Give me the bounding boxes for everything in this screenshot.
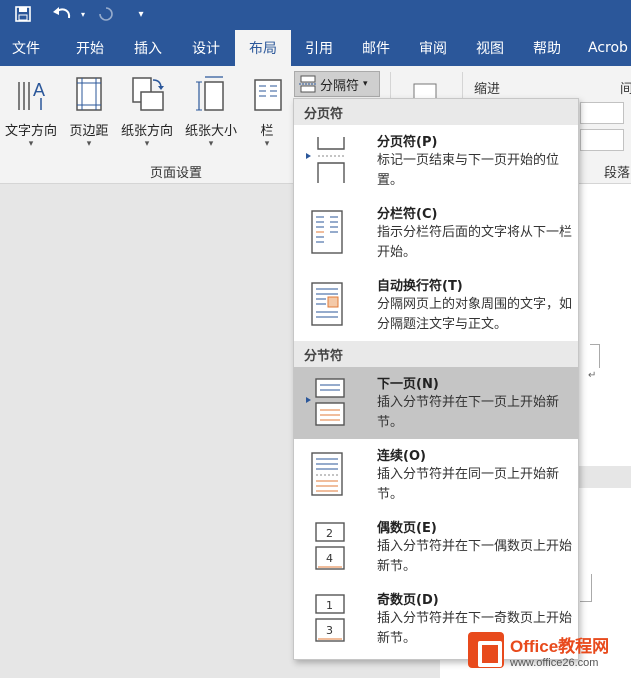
paragraph-mark: ↵ — [588, 370, 597, 381]
undo-dropdown-icon[interactable]: ▾ — [78, 0, 88, 28]
orientation-icon — [132, 77, 164, 111]
text-direction-button[interactable]: A 文字方向 ▾ — [0, 72, 62, 152]
site-watermark: Office教程网 www.office26.com — [468, 628, 628, 672]
menu-item-title: 分栏符(C) — [377, 207, 438, 222]
ribbon-tabs: 文件 开始 插入 设计 布局 引用 邮件 审阅 视图 帮助 Acrob — [0, 28, 631, 66]
menu-item-title: 连续(O) — [377, 449, 426, 464]
office-logo-icon — [468, 632, 504, 668]
tab-design[interactable]: 设计 — [178, 30, 234, 66]
page-setup-group-label: 页面设置 — [150, 166, 203, 181]
quick-access-toolbar: ▾ ▾ — [0, 0, 631, 28]
menu-item-title: 分页符(P) — [377, 135, 438, 150]
watermark-brand: Office教程网 — [510, 636, 610, 656]
page-corner-mark — [580, 574, 592, 602]
watermark-url: www.office26.com — [510, 656, 599, 669]
menu-item-page-break[interactable]: 分页符(P) 标记一页结束与下一页开始的位置。 — [294, 125, 578, 197]
orientation-label: 纸张方向 — [120, 124, 173, 139]
tab-file[interactable]: 文件 — [0, 30, 52, 66]
menu-item-title: 偶数页(E) — [377, 521, 437, 536]
tab-insert[interactable]: 插入 — [120, 30, 176, 66]
tab-home[interactable]: 开始 — [62, 30, 118, 66]
even-page-break-icon: 2 4 — [315, 522, 345, 570]
menu-item-next-page[interactable]: 下一页(N) 插入分节符并在下一页上开始新节。 — [294, 367, 578, 439]
breaks-label: 分隔符 — [320, 78, 360, 94]
columns-button[interactable]: 栏 ▾ — [244, 72, 290, 152]
menu-item-description: 插入分节符并在下一页上开始新节。 — [377, 395, 560, 430]
page-corner-mark — [590, 344, 600, 368]
undo-icon[interactable] — [48, 0, 78, 28]
text-direction-label: 文字方向 — [4, 124, 57, 139]
menu-item-description: 标记一页结束与下一页开始的位置。 — [377, 153, 560, 188]
page-break-icon — [306, 137, 345, 183]
margins-icon — [76, 77, 102, 111]
columns-icon — [254, 79, 282, 111]
column-break-icon — [311, 210, 343, 254]
text-direction-icon: A — [18, 80, 45, 110]
menu-item-title: 下一页(N) — [377, 377, 439, 392]
indent-right-input[interactable] — [580, 129, 624, 151]
svg-text:1: 1 — [326, 599, 333, 612]
tab-review[interactable]: 审阅 — [405, 30, 461, 66]
page-breaks-header: 分页符 — [294, 99, 578, 125]
tab-help[interactable]: 帮助 — [519, 30, 575, 66]
menu-item-description: 插入分节符并在下一偶数页上开始新节。 — [377, 539, 573, 574]
menu-item-even-page[interactable]: 2 4 偶数页(E) 插入分节符并在下一偶数页上开始新节。 — [294, 511, 578, 583]
next-page-break-icon — [306, 378, 345, 426]
orientation-button[interactable]: 纸张方向 ▾ — [116, 72, 178, 152]
menu-item-column-break[interactable]: 分栏符(C) 指示分栏符后面的文字将从下一栏开始。 — [294, 197, 578, 269]
size-icon — [196, 76, 224, 111]
chevron-down-icon: ▾ — [86, 139, 92, 149]
save-icon[interactable] — [10, 0, 36, 28]
menu-item-title: 自动换行符(T) — [377, 279, 463, 294]
paragraph-group-label: 段落 — [604, 166, 631, 181]
size-label: 纸张大小 — [184, 124, 237, 139]
breaks-menu: 分页符 分页符(P) 标记一页结束与下一页开始的位置。 分栏符(C) 指示分栏符… — [293, 98, 579, 660]
customize-qat-icon[interactable]: ▾ — [134, 0, 148, 28]
chevron-down-icon: ▾ — [264, 139, 270, 149]
breaks-button[interactable]: 分隔符 ▾ — [294, 71, 380, 97]
menu-item-title: 奇数页(D) — [377, 593, 439, 608]
tab-mailings[interactable]: 邮件 — [348, 30, 404, 66]
indent-label: 缩进 — [474, 82, 501, 97]
size-button[interactable]: 纸张大小 ▾ — [180, 72, 242, 152]
chevron-down-icon: ▾ — [363, 79, 368, 89]
continuous-break-icon — [311, 452, 343, 496]
chevron-down-icon: ▾ — [208, 139, 214, 149]
spacing-label: 间 — [620, 82, 631, 97]
svg-text:4: 4 — [326, 552, 333, 565]
svg-text:2: 2 — [326, 527, 333, 540]
tab-references[interactable]: 引用 — [292, 30, 346, 66]
breaks-icon — [299, 75, 317, 93]
svg-text:3: 3 — [326, 624, 333, 637]
odd-page-break-icon: 1 3 — [315, 594, 345, 642]
indent-left-input[interactable] — [580, 102, 624, 124]
menu-item-text-wrapping-break[interactable]: 自动换行符(T) 分隔网页上的对象周围的文字，如分隔题注文字与正文。 — [294, 269, 578, 341]
text-wrapping-break-icon — [311, 282, 343, 326]
section-breaks-header: 分节符 — [294, 341, 578, 367]
tab-view[interactable]: 视图 — [462, 30, 518, 66]
margins-label: 页边距 — [69, 124, 109, 139]
chevron-down-icon: ▾ — [144, 139, 150, 149]
menu-item-description: 指示分栏符后面的文字将从下一栏开始。 — [377, 225, 573, 260]
menu-item-description: 插入分节符并在同一页上开始新节。 — [377, 467, 560, 502]
margins-button[interactable]: 页边距 ▾ — [62, 72, 116, 152]
chevron-down-icon: ▾ — [28, 139, 34, 149]
menu-item-continuous[interactable]: 连续(O) 插入分节符并在同一页上开始新节。 — [294, 439, 578, 511]
tab-layout[interactable]: 布局 — [235, 30, 291, 66]
svg-text:A: A — [33, 80, 45, 100]
redo-icon[interactable] — [94, 0, 118, 28]
menu-item-description: 分隔网页上的对象周围的文字，如分隔题注文字与正文。 — [377, 297, 573, 332]
tab-acrobat[interactable]: Acrob — [584, 30, 631, 66]
columns-label: 栏 — [260, 124, 274, 139]
